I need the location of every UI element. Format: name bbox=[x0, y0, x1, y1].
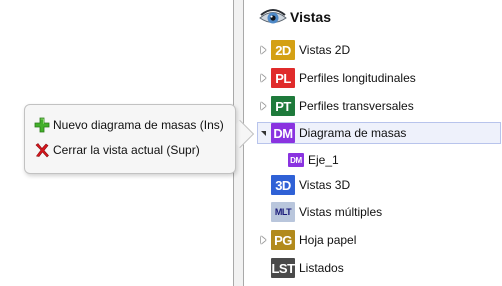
tree-node-diagrama-de-masas[interactable]: DM Diagrama de masas bbox=[257, 122, 501, 144]
expand-arrow-icon[interactable] bbox=[258, 73, 268, 83]
lst-badge-icon: LST bbox=[271, 258, 295, 278]
tree-node-perfiles-longitudinales[interactable]: PL Perfiles longitudinales bbox=[258, 67, 418, 89]
3d-badge-icon: 3D bbox=[271, 175, 295, 195]
tree-node-label: Vistas múltiples bbox=[299, 205, 383, 219]
tree-node-listados[interactable]: LST Listados bbox=[258, 257, 346, 279]
tree-node-label: Perfiles longitudinales bbox=[299, 71, 416, 85]
tree-node-label: Listados bbox=[299, 261, 344, 275]
tree-node-label: Perfiles transversales bbox=[299, 99, 414, 113]
dm-badge-icon: DM bbox=[288, 153, 304, 167]
menu-item-label: Nuevo diagrama de masas (Ins) bbox=[53, 118, 224, 132]
new-mass-diagram-menu-item[interactable]: Nuevo diagrama de masas (Ins) bbox=[34, 115, 224, 135]
tree-header: Vistas bbox=[258, 5, 331, 29]
tree-node-eje-1[interactable]: DM Eje_1 bbox=[288, 149, 341, 171]
tree-node-vistas-m-ltiples[interactable]: MLT Vistas múltiples bbox=[258, 201, 384, 223]
x-icon bbox=[34, 142, 50, 158]
mlt-badge-icon: MLT bbox=[271, 202, 295, 222]
pg-badge-icon: PG bbox=[271, 230, 295, 250]
menu-item-label: Cerrar la vista actual (Supr) bbox=[53, 143, 200, 157]
close-view-menu-item[interactable]: Cerrar la vista actual (Supr) bbox=[34, 140, 200, 160]
expand-arrow-icon[interactable] bbox=[258, 101, 268, 111]
context-popup: Nuevo diagrama de masas (Ins) Cerrar la … bbox=[24, 104, 236, 174]
expand-arrow-icon[interactable] bbox=[258, 45, 268, 55]
tree-node-perfiles-transversales[interactable]: PT Perfiles transversales bbox=[258, 95, 416, 117]
tree-node-vistas-3d[interactable]: 3D Vistas 3D bbox=[258, 174, 352, 196]
tree-title: Vistas bbox=[290, 9, 331, 25]
tree-node-label: Vistas 2D bbox=[299, 43, 351, 57]
plus-icon bbox=[34, 117, 50, 133]
expanded-arrow-icon[interactable] bbox=[258, 128, 268, 138]
pl-badge-icon: PL bbox=[271, 68, 295, 88]
tree-node-hoja-papel[interactable]: PG Hoja papel bbox=[258, 229, 358, 251]
eye-icon bbox=[258, 6, 288, 28]
tree-node-vistas-2d[interactable]: 2D Vistas 2D bbox=[258, 39, 352, 61]
tree-node-label: Hoja papel bbox=[299, 233, 357, 247]
tree-node-label: Diagrama de masas bbox=[297, 125, 409, 141]
expand-arrow-icon[interactable] bbox=[258, 235, 268, 245]
2d-badge-icon: 2D bbox=[271, 40, 295, 60]
dm-badge-icon: DM bbox=[271, 123, 295, 143]
pt-badge-icon: PT bbox=[271, 96, 295, 116]
tree-node-label: Eje_1 bbox=[308, 153, 339, 167]
views-tree: Vistas 2D Vistas 2D PL Perfiles longitudina… bbox=[244, 0, 502, 286]
tree-node-label: Vistas 3D bbox=[299, 178, 351, 192]
